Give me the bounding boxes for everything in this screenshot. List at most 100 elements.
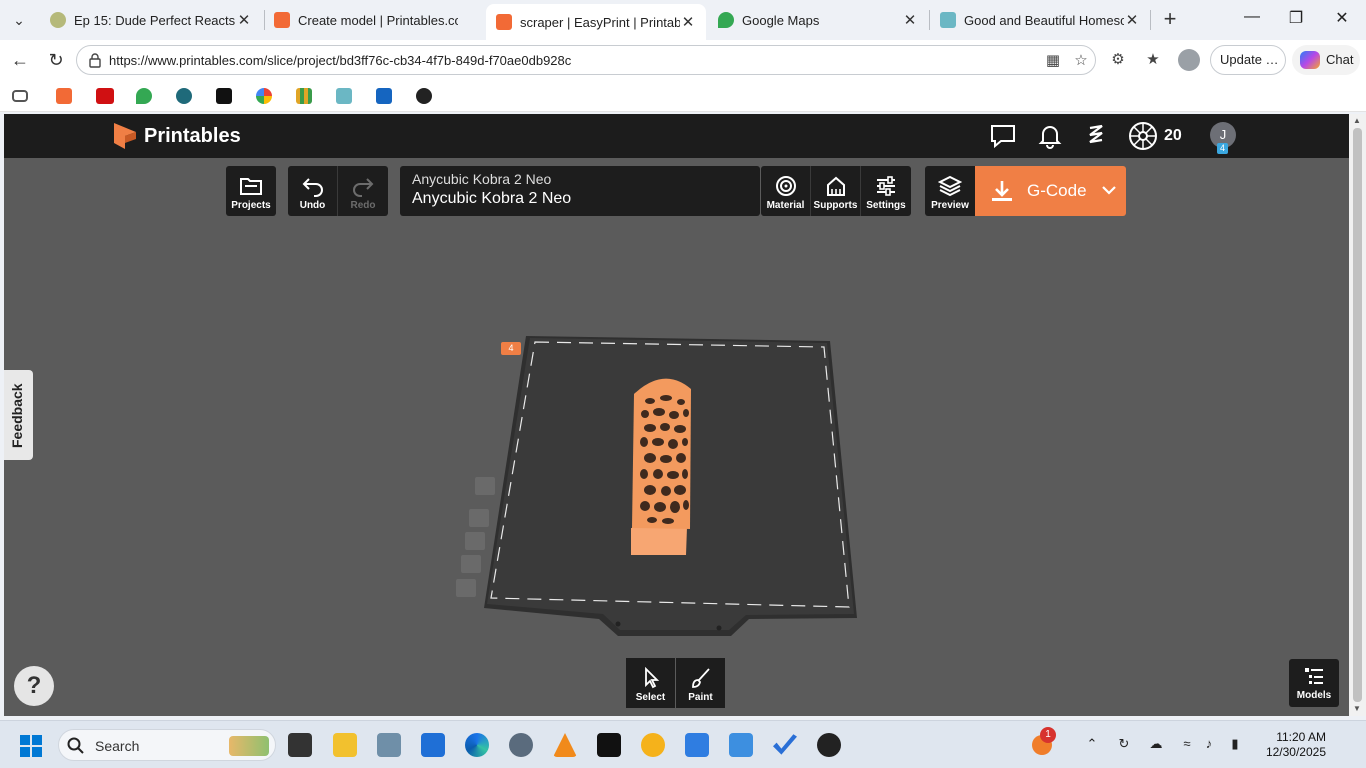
models-panel-button[interactable]: Models [1289,659,1339,707]
windows-taskbar: Search ⌃ ↻ ☁ ≈ ♪ ▮ 11:20 AM 12/30/2025 [0,720,1366,768]
vlc-icon[interactable] [553,733,577,757]
openai-icon[interactable] [416,88,432,104]
3d-model[interactable] [631,378,691,555]
site-info-icon[interactable] [87,52,103,68]
tab-google-maps[interactable]: Google Maps ✕ [708,4,928,36]
media-player-icon[interactable] [817,733,841,757]
battery-icon[interactable]: ▮ [1226,735,1244,753]
show-hidden-chevron-icon[interactable]: ⌃ [1083,735,1101,753]
restore-icon[interactable]: ❐ [1284,8,1308,32]
google-maps-favicon-icon [718,12,734,28]
new-tab-plus-icon[interactable]: + [1158,8,1182,32]
refresh-icon[interactable]: ↻ [44,48,68,72]
tab-title: Good and Beautiful Homeschoo [964,12,1124,28]
tab-title: Google Maps [742,12,820,28]
notification-badge: 1 [1040,727,1056,743]
browser-address-row: ← ↻ https://www.printables.com/slice/pro… [0,40,1366,80]
todo-check-icon[interactable] [773,734,797,755]
tab-close-icon[interactable]: ✕ [680,13,696,31]
task-view-icon[interactable] [288,733,312,757]
minimize-icon[interactable]: — [1240,8,1264,32]
paint-tool-button[interactable]: Paint [676,658,726,708]
onedrive-cloud-icon[interactable]: ☁ [1147,735,1165,753]
feedback-label: Feedback [9,383,25,448]
back-arrow-icon[interactable]: ← [8,48,32,72]
update-label: Update [1220,52,1262,67]
update-button[interactable]: Update … [1210,45,1286,75]
cursor-arrow-icon [644,667,659,689]
models-list-icon [1305,668,1323,684]
tab-close-icon[interactable]: ✕ [1124,11,1140,29]
feedback-tab[interactable]: Feedback [4,370,33,460]
photos-icon[interactable] [729,733,753,757]
sync-icon[interactable]: ↻ [1115,735,1133,753]
tab-actions-chevron-icon[interactable]: ⌄ [6,8,32,32]
tab-create-model[interactable]: Create model | Printables.com ✕ [264,4,484,36]
printables-icon[interactable] [56,88,72,104]
tab-separator [1150,10,1151,30]
url-text[interactable]: https://www.printables.com/slice/project… [109,53,571,68]
generic-page-icon[interactable] [12,90,28,102]
edge-browser-icon[interactable] [465,733,489,757]
layers-tool-icon[interactable] [475,477,495,495]
window-close-icon[interactable]: ✕ [1330,8,1354,32]
taskbar-search[interactable]: Search [58,729,276,761]
scroll-up-arrow-icon[interactable]: ▲ [1353,116,1362,125]
pc-app-icon[interactable] [597,733,621,757]
search-label: Search [95,738,140,754]
add-tool-icon[interactable] [461,555,481,573]
copilot-chat-button[interactable]: Chat [1292,45,1360,75]
scrollbar-thumb[interactable] [1353,128,1362,702]
settings-gear-icon[interactable] [509,733,533,757]
tab-title: Ep 15: Dude Perfect Reacts to F [74,12,236,28]
app-available-icon[interactable]: ▦ [1043,51,1063,71]
homeschool-icon[interactable] [336,88,352,104]
grid-app-icon[interactable] [296,88,312,104]
favorites-icon[interactable]: ★ [1143,50,1163,70]
lego-icon[interactable] [96,88,114,104]
orange-app-icon[interactable] [641,733,665,757]
models-label: Models [1296,690,1332,701]
3d-viewport[interactable] [4,114,1349,716]
extensions-icon[interactable]: ⚙ [1108,50,1128,70]
homeschool-favicon-icon [940,12,956,28]
address-bar[interactable]: https://www.printables.com/slice/project… [76,45,1096,75]
select-tool-button[interactable]: Select [626,658,676,708]
date: 12/30/2025 [1265,745,1326,759]
favorite-star-icon[interactable]: ☆ [1071,51,1091,71]
notepad-icon[interactable] [685,733,709,757]
arrange-tool-icon[interactable] [469,509,489,527]
bookmarks-bar [0,80,1366,112]
calculator-icon[interactable] [377,733,401,757]
page-scrollbar[interactable]: ▲ ▼ [1349,114,1366,716]
windows-start-icon[interactable] [20,735,42,757]
tab-good-and-beautiful[interactable]: Good and Beautiful Homeschoo ✕ [930,4,1150,36]
volume-icon[interactable]: ♪ [1200,735,1218,753]
dtf-icon[interactable] [176,88,192,104]
tab-close-icon[interactable]: ✕ [236,11,252,29]
google-maps-icon[interactable] [136,88,152,104]
time: 11:20 AM [1276,730,1326,744]
copilot-icon [1300,51,1320,69]
delete-tool-icon[interactable] [456,579,476,597]
t-app-icon[interactable] [376,88,392,104]
tab-title: Create model | Printables.com [298,12,458,28]
lightning-icon[interactable] [216,88,232,104]
tab-favicon-icon [50,12,66,28]
bottom-tool-bar: Select Paint [626,658,726,708]
scroll-down-arrow-icon[interactable]: ▼ [1353,704,1362,713]
tab-close-icon[interactable]: ✕ [902,11,918,29]
tab-dude-perfect[interactable]: Ep 15: Dude Perfect Reacts to F ✕ [40,4,262,36]
profile-avatar-icon[interactable] [1178,49,1200,71]
c-app-icon[interactable] [421,733,445,757]
google-icon[interactable] [256,88,272,104]
duplicate-tool-icon[interactable] [465,532,485,550]
help-button[interactable]: ? [14,666,54,706]
tab-scraper-easyprint[interactable]: scraper | EasyPrint | Printables.c ✕ [486,4,706,40]
wifi-icon[interactable]: ≈ [1178,735,1196,753]
easyprint-slicer-app: Printables 20 J 4 Projects Undo Redo Any… [4,114,1349,716]
printables-favicon-icon [496,14,512,30]
paintbrush-icon [691,668,710,688]
file-explorer-icon[interactable] [333,733,357,757]
taskbar-clock[interactable]: 11:20 AM 12/30/2025 [1256,730,1326,760]
